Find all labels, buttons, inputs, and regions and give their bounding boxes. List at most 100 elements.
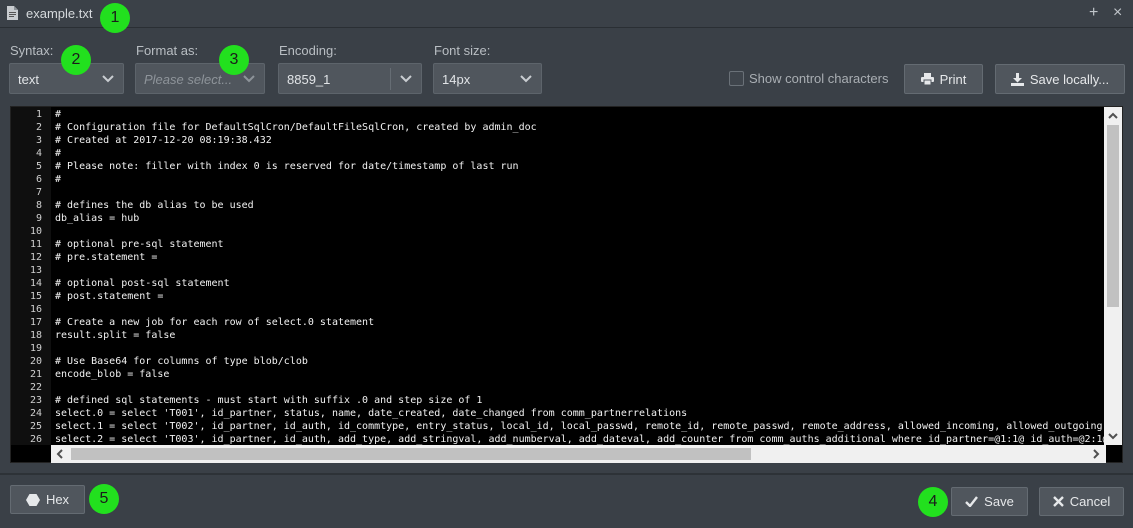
code-line[interactable]: # Created at 2017-12-20 08:19:38.432: [55, 134, 1105, 147]
code-line[interactable]: #: [55, 173, 1105, 186]
line-number: 4: [35, 148, 42, 159]
hex-button[interactable]: Hex: [10, 485, 85, 514]
syntax-value: text: [18, 72, 39, 87]
annotation-marker-2: 2: [61, 45, 91, 75]
code-line[interactable]: select.1 = select 'T002', id_partner, id…: [55, 420, 1105, 433]
close-icon[interactable]: ×: [1113, 4, 1122, 22]
code-line[interactable]: #: [55, 147, 1105, 160]
line-number: 5: [35, 161, 42, 172]
save-button[interactable]: Save: [951, 487, 1028, 516]
scroll-left-icon[interactable]: [55, 449, 65, 459]
save-label: Save: [984, 494, 1014, 509]
annotation-marker-5: 5: [89, 484, 119, 514]
code-line[interactable]: # Configuration file for DefaultSqlCron/…: [55, 121, 1105, 134]
code-line[interactable]: result.split = false: [55, 329, 1105, 342]
code-line[interactable]: # pre.statement =: [55, 251, 1105, 264]
show-control-characters-checkbox[interactable]: [729, 71, 744, 86]
line-number-gutter: 1 2 3 4 5 6 7 8 9 10 11 12 13 14 15 16 17 18 19 20 21 22 23 24 2…: [11, 107, 51, 445]
code-area[interactable]: # # Configuration file for DefaultSqlCron…: [55, 107, 1105, 445]
line-number: 20: [29, 356, 42, 367]
cancel-button[interactable]: Cancel: [1039, 487, 1124, 516]
code-line[interactable]: select.0 = select 'T001', id_partner, st…: [55, 407, 1105, 420]
line-number: 14: [29, 278, 42, 289]
hex-label: Hex: [45, 492, 70, 507]
code-line[interactable]: # defines the db alias to be used: [55, 199, 1105, 212]
download-icon: [1010, 72, 1024, 86]
line-number: 24: [29, 408, 42, 419]
line-number: 12: [29, 252, 42, 263]
font-size-value: 14px: [442, 72, 471, 87]
line-number: 25: [29, 421, 42, 432]
chevron-down-icon: [102, 75, 114, 83]
encoding-value: 8859_1: [287, 72, 331, 87]
line-number: 13: [29, 265, 42, 276]
scroll-right-icon[interactable]: [1091, 449, 1101, 459]
code-line[interactable]: encode_blob = false: [55, 368, 1105, 381]
save-locally-button[interactable]: Save locally...: [995, 64, 1125, 94]
chevron-down-icon: [243, 75, 255, 83]
line-number: 7: [35, 187, 42, 198]
line-number: 17: [29, 317, 42, 328]
code-line[interactable]: # defined sql statements - must start wi…: [55, 394, 1105, 407]
font-size-select[interactable]: 14px: [433, 63, 542, 94]
annotation-marker-1: 1: [100, 3, 130, 33]
line-number: 18: [29, 330, 42, 341]
code-line[interactable]: [55, 186, 1105, 199]
line-number: 2: [35, 122, 42, 133]
horizontal-scrollbar[interactable]: [51, 445, 1106, 463]
line-number: 8: [35, 200, 42, 211]
line-number: 9: [35, 213, 42, 224]
line-number: 16: [29, 304, 42, 315]
text-editor[interactable]: 1 2 3 4 5 6 7 8 9 10 11 12 13 14 15 16 17 18 19 20 21 22 23 24 2…: [10, 106, 1123, 463]
line-number: 10: [29, 226, 42, 237]
chevron-down-icon: [400, 75, 412, 83]
code-line[interactable]: # Please note: filler with index 0 is re…: [55, 160, 1105, 173]
encoding-select[interactable]: 8859_1: [278, 63, 422, 94]
x-icon: [1052, 496, 1064, 507]
line-number: 1: [35, 109, 42, 120]
code-line[interactable]: [55, 381, 1105, 394]
annotation-marker-3: 3: [219, 45, 249, 75]
code-line[interactable]: [55, 303, 1105, 316]
select-divider: [390, 68, 391, 90]
code-line[interactable]: [55, 264, 1105, 277]
printer-icon: [920, 73, 934, 85]
scroll-down-icon[interactable]: [1108, 431, 1118, 441]
code-line[interactable]: # optional post-sql statement: [55, 277, 1105, 290]
code-line[interactable]: select.2 = select 'T003', id_partner, id…: [55, 433, 1105, 445]
font-size-label: Font size:: [434, 43, 491, 58]
line-number: 6: [35, 174, 42, 185]
code-line[interactable]: #: [55, 108, 1105, 121]
vertical-scrollbar[interactable]: [1104, 107, 1122, 445]
title-bar: example.txt + ×: [0, 0, 1133, 28]
line-number: 22: [29, 382, 42, 393]
code-line[interactable]: # post.statement =: [55, 290, 1105, 303]
horizontal-scroll-thumb[interactable]: [71, 448, 751, 460]
hexagon-icon: [25, 493, 40, 506]
checkmark-icon: [965, 496, 979, 507]
line-number: 23: [29, 395, 42, 406]
annotation-marker-4: 4: [918, 487, 948, 517]
code-line[interactable]: db_alias = hub: [55, 212, 1105, 225]
line-number: 3: [35, 135, 42, 146]
window-title: example.txt: [26, 6, 93, 21]
line-number: 11: [29, 239, 42, 250]
line-number: 19: [29, 343, 42, 354]
code-line[interactable]: # Create a new job for each row of selec…: [55, 316, 1105, 329]
line-number: 21: [29, 369, 42, 380]
scroll-up-icon[interactable]: [1108, 111, 1118, 121]
code-line[interactable]: # optional pre-sql statement: [55, 238, 1105, 251]
code-line[interactable]: # Use Base64 for columns of type blob/cl…: [55, 355, 1105, 368]
show-control-characters-label: Show control characters: [749, 71, 889, 86]
print-button[interactable]: Print: [904, 64, 983, 94]
add-icon[interactable]: +: [1089, 4, 1098, 22]
vertical-scroll-thumb[interactable]: [1107, 125, 1119, 307]
print-label: Print: [939, 71, 967, 87]
format-placeholder: Please select...: [144, 72, 233, 87]
code-line[interactable]: [55, 342, 1105, 355]
format-label: Format as:: [136, 43, 199, 58]
syntax-label: Syntax:: [10, 43, 54, 58]
chevron-down-icon: [520, 75, 532, 83]
line-number: 26: [29, 434, 42, 445]
code-line[interactable]: [55, 225, 1105, 238]
